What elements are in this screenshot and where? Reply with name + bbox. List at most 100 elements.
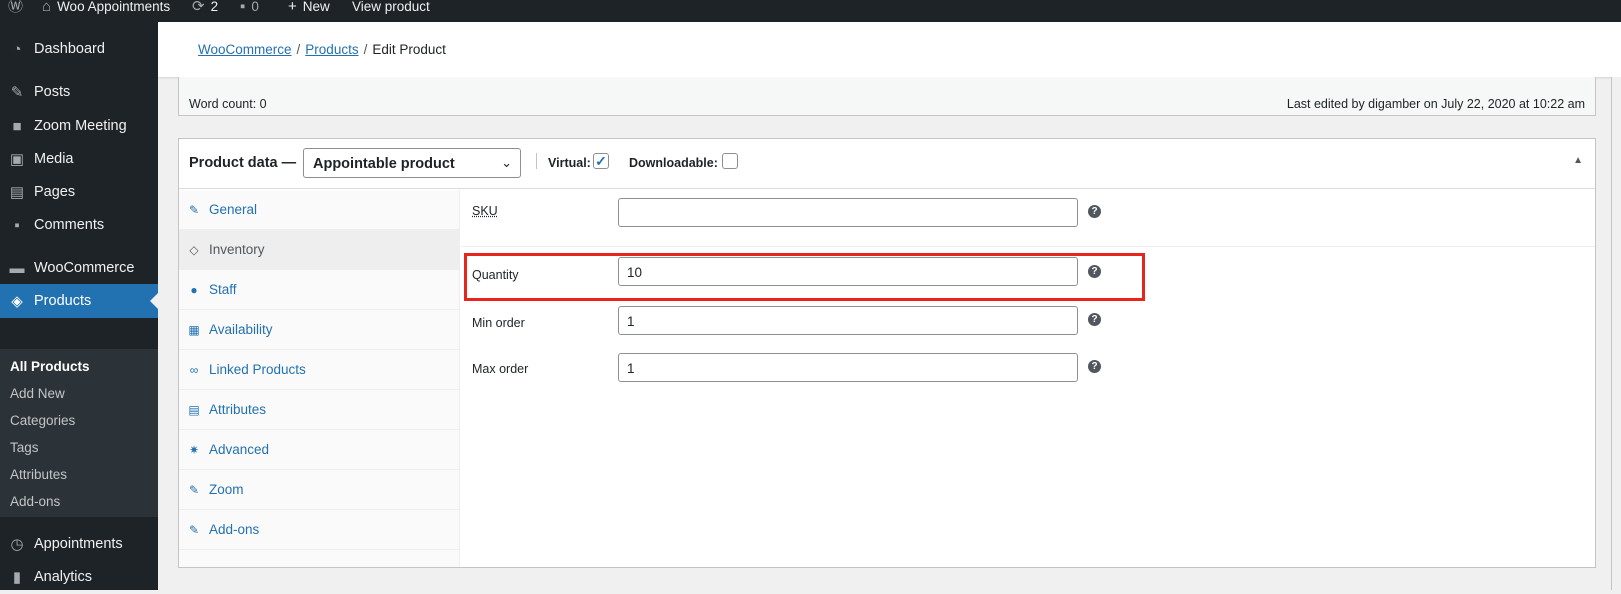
breadcrumb: WooCommerce / Products / Edit Product	[198, 42, 446, 57]
video-icon: ■	[12, 117, 22, 135]
wordpress-icon: Ⓦ	[8, 0, 24, 15]
tab-linked-products[interactable]: ∞ Linked Products	[179, 350, 459, 390]
menu-label: WooCommerce	[34, 260, 135, 276]
admin-menu: ◔ Dashboard ✎ Posts ■ Zoom Meeting ▣ Media ▤…	[0, 22, 158, 590]
pin-icon: ✎	[10, 84, 24, 101]
tab-advanced[interactable]: ✷ Advanced	[179, 430, 459, 470]
sku-row: SKU ?	[461, 190, 1595, 247]
max-order-input[interactable]: 1	[618, 353, 1078, 382]
admin-bar: Ⓦ ⌂ Woo Appointments ⟳ 2 ▪ 0 + New View prod…	[0, 0, 1621, 22]
help-icon[interactable]: ?	[1088, 360, 1101, 373]
collapse-toggle-icon[interactable]: ▲	[1573, 155, 1583, 166]
tab-attributes[interactable]: ▤ Attributes	[179, 390, 459, 430]
tab-add-ons[interactable]: ✎ Add-ons	[179, 510, 459, 550]
menu-item-posts[interactable]: ✎ Posts	[0, 75, 158, 109]
submenu-tags[interactable]: Tags	[10, 440, 39, 455]
submenu-add-ons[interactable]: Add-ons	[10, 494, 60, 509]
refresh-icon: ⟳	[192, 0, 205, 15]
help-icon[interactable]: ?	[1088, 205, 1101, 218]
min-order-row: Min order 1 ?	[461, 303, 1595, 351]
box-icon: ◈	[11, 293, 23, 310]
breadcrumb-separator: /	[363, 42, 368, 57]
products-submenu: All Products Add New Categories Tags Att…	[0, 349, 158, 517]
last-edited: Last edited by digamber on July 22, 2020…	[1286, 97, 1585, 111]
chevron-down-icon: ⌄	[501, 155, 512, 170]
virtual-checkbox[interactable]: ✓	[593, 153, 609, 169]
tab-label: Linked Products	[209, 362, 306, 377]
tab-inventory[interactable]: ◇ Inventory	[179, 230, 459, 270]
link-icon: ∞	[189, 362, 199, 377]
editor-status-bar: Word count: 0 Last edited by digamber on…	[178, 77, 1596, 116]
menu-item-analytics[interactable]: ▮ Analytics	[0, 560, 158, 594]
menu-item-dashboard[interactable]: ◔ Dashboard	[0, 32, 158, 66]
menu-label: Posts	[34, 84, 71, 100]
menu-label: Comments	[34, 217, 105, 233]
min-order-input[interactable]: 1	[618, 306, 1078, 335]
submenu-add-new[interactable]: Add New	[10, 386, 65, 401]
dashboard-icon: ◔	[12, 40, 22, 58]
menu-label: Media	[34, 151, 74, 167]
product-type-select[interactable]: Appointable product ⌄	[303, 148, 521, 178]
product-data-header: Product data — Appointable product ⌄ Virt…	[179, 139, 1595, 189]
comment-bubble-icon: ▪	[240, 0, 246, 15]
wp-logo-button[interactable]: Ⓦ	[8, 0, 23, 22]
site-name-link[interactable]: ⌂ Woo Appointments	[42, 0, 170, 22]
menu-item-comments[interactable]: ▪ Comments	[0, 208, 158, 242]
tab-label: Availability	[209, 322, 273, 337]
tab-staff[interactable]: ● Staff	[179, 270, 459, 310]
site-name-label: Woo Appointments	[57, 0, 171, 14]
product-data-title: Product data —	[189, 155, 297, 171]
menu-item-appointments[interactable]: ◷ Appointments	[0, 527, 158, 561]
comments-link[interactable]: ▪ 0	[240, 0, 259, 22]
tab-label: Zoom	[209, 482, 244, 497]
updates-count: 2	[210, 0, 219, 14]
breadcrumb-separator: /	[296, 42, 301, 57]
view-product-label: View product	[352, 0, 430, 14]
submenu-attributes[interactable]: Attributes	[10, 467, 67, 482]
sku-input[interactable]	[618, 198, 1078, 227]
breadcrumb-current: Edit Product	[372, 42, 446, 57]
menu-label: Analytics	[34, 569, 93, 585]
downloadable-checkbox[interactable]	[722, 153, 738, 169]
updates-link[interactable]: ⟳ 2	[192, 0, 218, 22]
breadcrumb-woocommerce-link[interactable]: WooCommerce	[198, 42, 292, 57]
min-order-label: Min order	[472, 316, 525, 330]
max-order-label: Max order	[472, 362, 529, 376]
menu-item-woocommerce[interactable]: ▬ WooCommerce	[0, 251, 158, 285]
divider	[536, 153, 537, 169]
downloadable-label: Downloadable:	[629, 156, 718, 170]
page-header: WooCommerce / Products / Edit Product	[158, 22, 1621, 77]
view-product-link[interactable]: View product	[352, 0, 430, 22]
sku-label: SKU	[472, 204, 498, 218]
new-label: New	[302, 0, 330, 14]
home-icon: ⌂	[42, 0, 52, 15]
wrench-icon: ✎	[188, 482, 200, 497]
product-type-value: Appointable product	[313, 156, 455, 172]
product-data-panel: Product data — Appointable product ⌄ Virt…	[178, 138, 1596, 568]
gear-icon: ✷	[188, 442, 200, 457]
help-icon[interactable]: ?	[1088, 313, 1101, 326]
wrench-icon: ✎	[188, 522, 200, 537]
tab-label: Attributes	[209, 402, 267, 417]
tab-label: Staff	[209, 282, 237, 297]
menu-item-media[interactable]: ▣ Media	[0, 142, 158, 176]
tab-general[interactable]: ✎ General	[179, 190, 459, 230]
side-panel-edge	[1611, 77, 1621, 590]
virtual-label: Virtual:	[548, 156, 591, 170]
breadcrumb-products-link[interactable]: Products	[305, 42, 358, 57]
calendar-icon: ▦	[188, 322, 200, 337]
menu-label: Appointments	[34, 536, 123, 552]
clock-icon: ◷	[10, 536, 24, 553]
quantity-highlight-box	[464, 253, 1145, 301]
comments-count: 0	[251, 0, 259, 14]
new-content-link[interactable]: + New	[288, 0, 330, 22]
menu-item-zoom-meeting[interactable]: ■ Zoom Meeting	[0, 109, 158, 143]
submenu-all-products[interactable]: All Products	[10, 359, 90, 374]
menu-item-products[interactable]: ◈ Products	[0, 284, 158, 318]
tab-label: General	[209, 202, 258, 217]
menu-label: Zoom Meeting	[34, 118, 127, 134]
tab-availability[interactable]: ▦ Availability	[179, 310, 459, 350]
submenu-categories[interactable]: Categories	[10, 413, 75, 428]
tab-zoom[interactable]: ✎ Zoom	[179, 470, 459, 510]
menu-item-pages[interactable]: ▤ Pages	[0, 175, 158, 209]
